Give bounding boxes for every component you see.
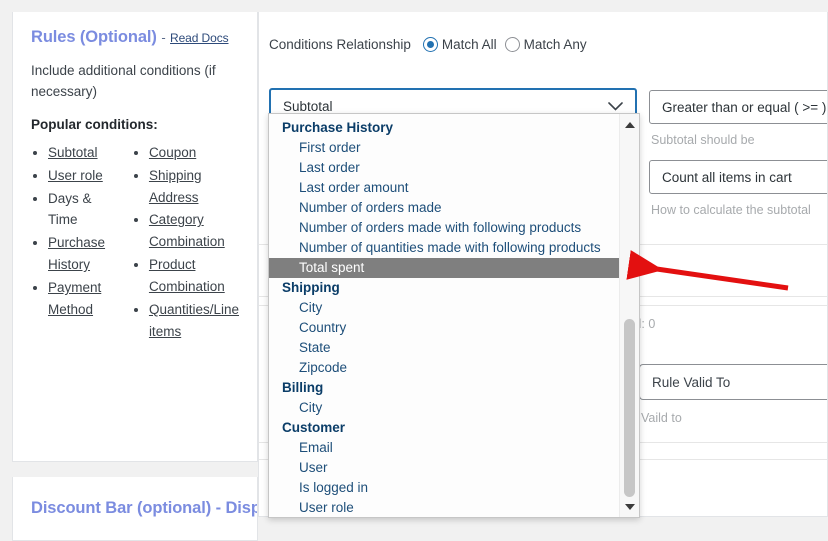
- subtotal-calculation-select[interactable]: Count all items in cart: [649, 160, 827, 194]
- scroll-down-arrow-icon[interactable]: [620, 498, 639, 515]
- dropdown-option[interactable]: Country: [269, 318, 619, 338]
- popular-condition-4-label: Quantities/Line items: [148, 301, 239, 339]
- dropdown-option[interactable]: Total spent: [269, 258, 619, 278]
- list-item[interactable]: Payment Method: [48, 277, 122, 321]
- discount-bar-title: Discount Bar (optional) - Displa: [31, 499, 258, 517]
- dropdown-option[interactable]: Last order amount: [269, 178, 619, 198]
- dropdown-option-label: User: [299, 460, 328, 475]
- dropdown-option[interactable]: Number of orders made: [269, 198, 619, 218]
- radio-unselected-icon[interactable]: [504, 37, 520, 52]
- condition-type-dropdown[interactable]: Purchase History First order Last order Las…: [268, 113, 640, 518]
- dropdown-option[interactable]: Last order: [269, 158, 619, 178]
- dropdown-group-header: Billing: [269, 378, 619, 398]
- dropdown-option-label: City: [299, 300, 323, 315]
- popular-condition-0-label: Subtotal: [48, 144, 98, 160]
- list-item[interactable]: Purchase History: [48, 232, 122, 276]
- dropdown-option-label: Total spent: [299, 260, 365, 275]
- popular-condition-4-label: Payment Method: [48, 280, 102, 317]
- dropdown-option-label: Last order: [299, 160, 360, 175]
- rules-panel: Rules (Optional) - Read Docs Include add…: [12, 12, 258, 462]
- list-item[interactable]: Shipping Address: [149, 165, 239, 209]
- dropdown-group-header: Shipping: [269, 278, 619, 298]
- popular-conditions-column-1: Subtotal User role Days & Time Purchase His…: [31, 142, 122, 344]
- valid-to-helper-text: Vaild to: [641, 411, 682, 425]
- subtotal-calculation-value: Count all items in cart: [662, 169, 792, 185]
- dropdown-option-label: Is logged in: [299, 480, 369, 495]
- dropdown-option[interactable]: Email: [269, 438, 619, 458]
- subtotal-calculation-helper-text: How to calculate the subtotal: [651, 203, 811, 217]
- rule-valid-to-value: Rule Valid To: [652, 374, 731, 390]
- popular-condition-3-label: Purchase History: [48, 235, 106, 273]
- list-item[interactable]: Category Combination: [149, 209, 239, 253]
- dropdown-group-header: Customer: [269, 418, 619, 438]
- dropdown-option[interactable]: User role: [269, 498, 619, 517]
- dropdown-option[interactable]: City: [269, 298, 619, 318]
- dropdown-option[interactable]: Number of quantities made with following…: [269, 238, 619, 258]
- dropdown-option-label: Country: [299, 320, 347, 335]
- dropdown-option-label: Number of orders made: [299, 200, 442, 215]
- dropdown-option[interactable]: Number of orders made with following pro…: [269, 218, 619, 238]
- dropdown-option-label: Email: [299, 440, 333, 455]
- discount-bar-panel: Discount Bar (optional) - Displa: [12, 477, 258, 541]
- match-radio-group: Match All Match Any: [422, 37, 587, 52]
- radio-match-all[interactable]: Match All: [422, 37, 497, 52]
- condition-type-select-value: Subtotal: [283, 99, 333, 114]
- dropdown-option[interactable]: First order: [269, 138, 619, 158]
- dropdown-option-list: Purchase History First order Last order Las…: [269, 114, 619, 517]
- dropdown-option-label: Last order amount: [299, 180, 409, 195]
- rules-description: Include additional conditions (if necess…: [31, 63, 216, 99]
- dropdown-option-label: Purchase History: [282, 120, 394, 135]
- title-dash: -: [161, 30, 166, 45]
- popular-condition-1-label: Shipping Address: [148, 167, 202, 205]
- dropdown-option[interactable]: City: [269, 398, 619, 418]
- popular-condition-3-label: Product Combination: [148, 257, 225, 294]
- popular-conditions-lists: Subtotal User role Days & Time Purchase His…: [31, 142, 239, 344]
- dropdown-option-label: First order: [299, 140, 361, 155]
- dropdown-option-label: Shipping: [282, 280, 340, 295]
- popular-condition-2-label: Category Combination: [148, 212, 225, 250]
- conditions-relationship-label: Conditions Relationship: [269, 37, 411, 52]
- dropdown-option-label: Zipcode: [299, 360, 348, 375]
- dropdown-group-header: Purchase History: [269, 118, 619, 138]
- popular-condition-0-label: Coupon: [148, 144, 197, 160]
- dropdown-option[interactable]: User: [269, 458, 619, 478]
- dropdown-option-label: Number of orders made with following pro…: [299, 220, 582, 235]
- list-item[interactable]: Subtotal: [48, 142, 122, 164]
- radio-match-all-label: Match All: [441, 37, 497, 52]
- radio-match-any-label: Match Any: [523, 37, 587, 52]
- dropdown-option-label: State: [299, 340, 331, 355]
- rule-valid-to-input[interactable]: Rule Valid To: [639, 364, 827, 400]
- popular-conditions-label: Popular conditions:: [31, 116, 158, 132]
- dropdown-scrollbar[interactable]: [619, 114, 639, 517]
- conditions-relationship-row: Conditions Relationship Match All Match …: [269, 37, 587, 52]
- scroll-up-arrow-icon[interactable]: [620, 116, 639, 133]
- left-column: Rules (Optional) - Read Docs Include add…: [12, 12, 258, 541]
- dropdown-option-label: Billing: [282, 380, 324, 395]
- popular-condition-1-label: User role: [48, 167, 103, 183]
- radio-match-any[interactable]: Match Any: [504, 37, 587, 52]
- read-docs-link[interactable]: Read Docs: [170, 31, 229, 45]
- dropdown-option[interactable]: State: [269, 338, 619, 358]
- list-item[interactable]: User role: [48, 165, 122, 187]
- list-item[interactable]: Product Combination: [149, 254, 239, 298]
- radio-selected-icon[interactable]: [422, 37, 438, 52]
- popular-conditions-column-2: Coupon Shipping Address Category Combinati…: [132, 142, 239, 344]
- list-item[interactable]: Quantities/Line items: [149, 299, 239, 343]
- scrollbar-thumb[interactable]: [624, 319, 635, 497]
- operator-select-value: Greater than or equal ( >= ): [662, 99, 827, 115]
- dropdown-option-label: User role: [299, 500, 354, 515]
- dropdown-option-label: City: [299, 400, 323, 415]
- page-title: Rules (Optional) - Read Docs: [31, 28, 239, 47]
- dropdown-option[interactable]: Is logged in: [269, 478, 619, 498]
- dropdown-option-label: Customer: [282, 420, 346, 435]
- operator-helper-text: Subtotal should be: [651, 133, 755, 147]
- rules-title-text: Rules (Optional): [31, 28, 157, 46]
- popular-condition-2-label: Days & Time: [48, 190, 92, 228]
- dropdown-option-label: Number of quantities made with following…: [299, 240, 601, 255]
- list-item[interactable]: Coupon: [149, 142, 239, 164]
- chevron-down-icon: [608, 100, 623, 113]
- dropdown-option[interactable]: Zipcode: [269, 358, 619, 378]
- operator-select[interactable]: Greater than or equal ( >= ): [649, 90, 827, 124]
- list-item: Days & Time: [48, 188, 122, 232]
